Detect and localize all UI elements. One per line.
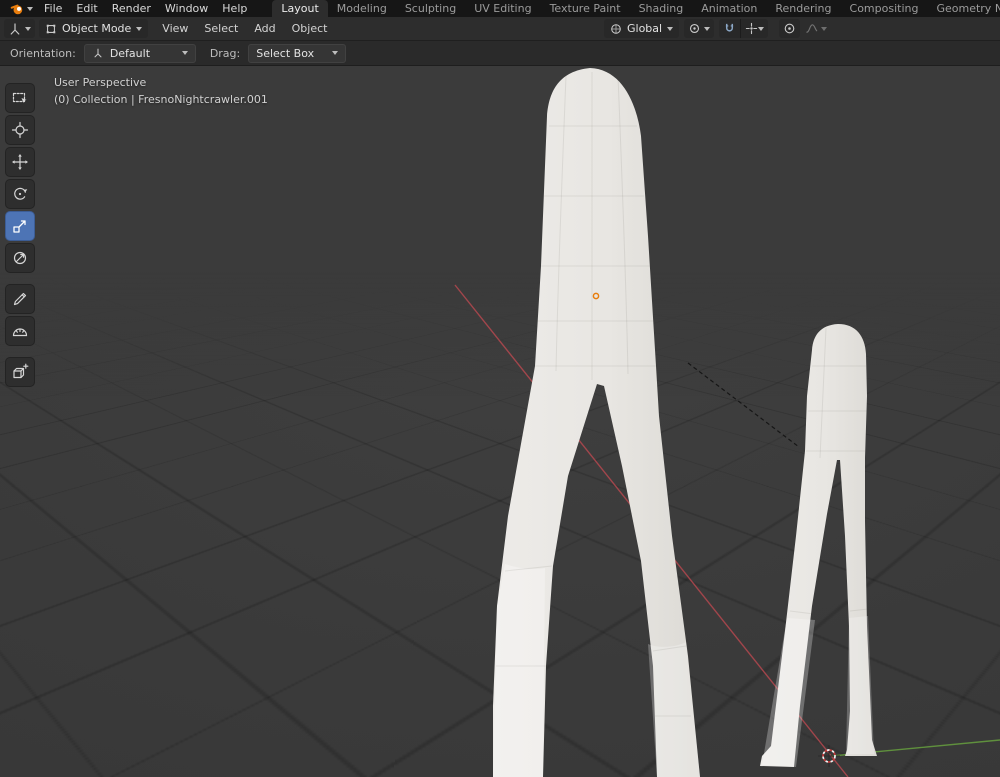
mode-dropdown[interactable]: Object Mode <box>39 19 149 38</box>
transform-orientation-dropdown[interactable]: Global <box>604 19 680 38</box>
mode-label: Object Mode <box>62 22 132 35</box>
transform-icon <box>13 251 27 265</box>
topbar-menus: File Edit Render Window Help <box>37 0 254 17</box>
snap-toggle-button[interactable] <box>719 19 740 38</box>
chevron-down-icon <box>25 26 31 31</box>
add-cube-icon <box>13 363 29 379</box>
tool-move[interactable] <box>6 148 34 176</box>
menu-view[interactable]: View <box>154 22 196 35</box>
editor-type-icon <box>10 22 20 35</box>
blender-logo-icon <box>10 4 23 14</box>
chevron-down-icon <box>667 26 674 31</box>
tab-rendering[interactable]: Rendering <box>766 0 840 17</box>
workspace-tabs: Layout Modeling Sculpting UV Editing Tex… <box>272 0 1000 17</box>
tool-scale[interactable] <box>6 212 34 240</box>
chevron-down-icon <box>704 26 711 31</box>
viewport-overlay-text: User Perspective (0) Collection | Fresno… <box>54 74 268 108</box>
menu-file[interactable]: File <box>37 0 69 17</box>
rotate-icon <box>14 187 28 200</box>
tool-rotate[interactable] <box>6 180 34 208</box>
orientation-globe-icon <box>611 23 621 34</box>
blender-window: File Edit Render Window Help Layout Mode… <box>0 0 1000 777</box>
tool-annotate[interactable] <box>6 285 34 313</box>
tab-compositing[interactable]: Compositing <box>841 0 928 17</box>
chevron-down-icon <box>27 6 33 11</box>
snap-target-dropdown[interactable] <box>740 19 768 38</box>
proportional-icon <box>784 23 795 34</box>
tool-transform[interactable] <box>6 244 34 272</box>
menu-select[interactable]: Select <box>196 22 246 35</box>
menu-edit[interactable]: Edit <box>69 0 104 17</box>
chevron-down-icon <box>136 26 143 31</box>
viewport-header-controls: Global <box>604 19 828 38</box>
chevron-down-icon <box>821 26 828 31</box>
tool-measure[interactable] <box>6 317 34 345</box>
tab-shading[interactable]: Shading <box>630 0 693 17</box>
drag-label: Drag: <box>209 46 241 60</box>
tool-add-cube[interactable] <box>6 358 34 386</box>
pivot-point-dropdown[interactable] <box>684 19 715 38</box>
chevron-down-icon <box>332 51 339 55</box>
menu-add[interactable]: Add <box>246 22 283 35</box>
snap-target-icon <box>745 22 758 35</box>
tab-modeling[interactable]: Modeling <box>328 0 396 17</box>
viewport-3d[interactable]: User Perspective (0) Collection | Fresno… <box>0 66 1000 777</box>
model-figure-small[interactable] <box>760 324 877 767</box>
tool-settings-bar: Orientation: Default Drag: Select Box <box>0 41 1000 66</box>
orientation-label: Orientation: <box>10 46 76 60</box>
orientation-value: Default <box>109 46 151 60</box>
proportional-falloff-dropdown[interactable] <box>805 22 828 35</box>
scene-svg <box>454 68 1000 777</box>
menu-window[interactable]: Window <box>158 0 215 17</box>
tab-sculpting[interactable]: Sculpting <box>396 0 465 17</box>
tool-shelf <box>6 84 34 386</box>
axis-icon <box>94 48 102 58</box>
scale-icon <box>13 220 26 233</box>
menu-render[interactable]: Render <box>105 0 158 17</box>
drag-mode-dropdown[interactable]: Select Box <box>248 43 347 63</box>
falloff-curve-icon <box>806 24 818 33</box>
tool-cursor[interactable] <box>6 116 34 144</box>
drag-value: Select Box <box>256 46 315 60</box>
object-mode-icon <box>46 24 56 33</box>
snapping-group <box>719 19 769 38</box>
tab-animation[interactable]: Animation <box>692 0 766 17</box>
model-figure-large[interactable] <box>493 68 700 777</box>
viewport-header: Object Mode View Select Add Object Globa… <box>0 17 1000 41</box>
measure-icon <box>12 328 28 337</box>
menu-object[interactable]: Object <box>284 22 336 35</box>
pivot-icon <box>690 23 700 34</box>
topbar: File Edit Render Window Help Layout Mode… <box>0 0 1000 17</box>
view-perspective-label: User Perspective <box>54 76 147 89</box>
menu-help[interactable]: Help <box>215 0 254 17</box>
tab-geometry-nodes[interactable]: Geometry Nodes <box>927 0 1000 17</box>
annotate-pencil-icon <box>13 292 27 306</box>
proportional-editing-toggle[interactable] <box>779 19 801 38</box>
orientation-value: Global <box>627 22 663 35</box>
relationship-dashed-line <box>687 362 800 448</box>
tab-texture-paint[interactable]: Texture Paint <box>541 0 630 17</box>
active-object-breadcrumb: (0) Collection | FresnoNightcrawler.001 <box>54 93 268 106</box>
move-icon <box>12 154 28 170</box>
tool-select-box[interactable] <box>6 84 34 112</box>
select-box-icon <box>12 92 27 103</box>
orientation-default-dropdown[interactable]: Default <box>83 43 196 63</box>
blender-logo-menu[interactable] <box>6 2 37 16</box>
editor-type-button[interactable] <box>4 19 35 38</box>
magnet-icon <box>725 23 734 32</box>
cursor-icon <box>11 121 29 139</box>
chevron-down-icon <box>181 51 188 55</box>
tab-layout[interactable]: Layout <box>272 0 328 17</box>
tab-uv-editing[interactable]: UV Editing <box>465 0 540 17</box>
chevron-down-icon <box>758 26 765 31</box>
